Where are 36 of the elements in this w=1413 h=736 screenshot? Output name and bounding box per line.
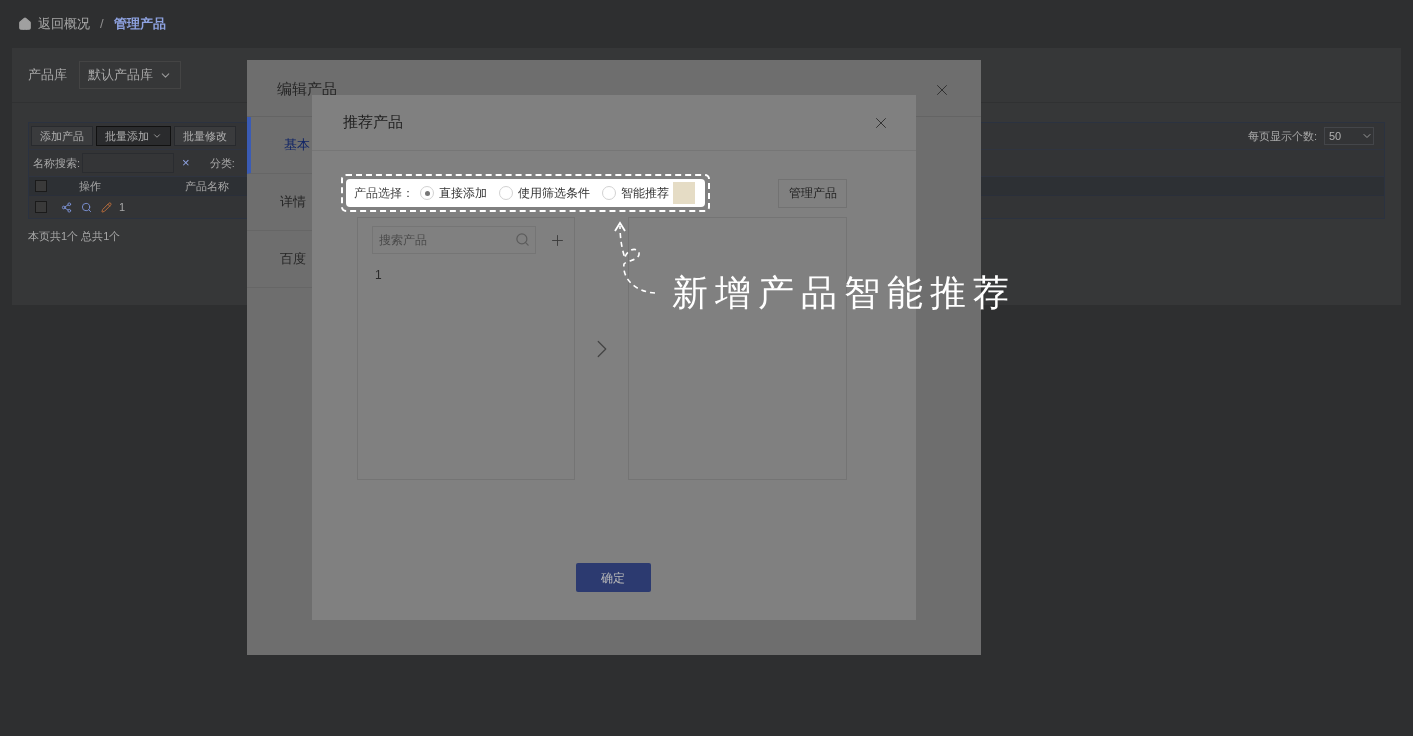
radio-option[interactable]: 智能推荐 xyxy=(602,184,669,202)
breadcrumb-separator: / xyxy=(100,15,104,34)
name-search-label: 名称搜索: xyxy=(33,155,81,171)
library-dropdown[interactable]: 默认产品库 xyxy=(79,61,181,89)
back-link[interactable]: 返回概况 xyxy=(38,14,90,34)
toolbar-button[interactable]: 批量修改 xyxy=(174,126,236,146)
manage-products-button[interactable]: 管理产品 xyxy=(778,178,847,208)
summary-text: 本页共1个 总共1个 xyxy=(28,229,121,244)
home-icon xyxy=(18,17,32,31)
page-size-label: 每页显示个数: xyxy=(1247,128,1317,144)
share-icon[interactable] xyxy=(61,201,72,213)
column-header: 产品名称 xyxy=(184,178,230,194)
column-header: 操作 xyxy=(78,178,102,194)
page-size-select[interactable]: 50 xyxy=(1324,127,1374,145)
radio-option[interactable]: 使用筛选条件 xyxy=(499,184,590,202)
library-label: 产品库 xyxy=(28,66,67,85)
confirm-button[interactable]: 确定 xyxy=(575,563,651,592)
pencil-icon[interactable] xyxy=(101,201,112,213)
toolbar-button[interactable]: 批量添加 xyxy=(96,126,171,146)
product-item[interactable]: 1 xyxy=(375,266,574,284)
category-label: 分类: xyxy=(209,155,235,171)
caret-icon xyxy=(152,131,162,141)
radio-option[interactable]: 直接添加 xyxy=(420,184,487,202)
breadcrumb-current[interactable]: 管理产品 xyxy=(113,14,166,34)
dialog-title: 编辑产品 xyxy=(277,81,337,96)
toolbar-button[interactable]: 添加产品 xyxy=(31,126,93,146)
annotation-text: 新增产品智能推荐 xyxy=(672,271,1016,315)
checkbox[interactable] xyxy=(35,180,47,192)
table-cell-text: 1 xyxy=(119,199,126,215)
search-icon[interactable] xyxy=(81,201,92,213)
search-icon[interactable] xyxy=(515,232,530,247)
dialog-title: 推荐产品 xyxy=(343,112,403,133)
selection-label: 产品选择： xyxy=(354,185,414,202)
checkbox[interactable] xyxy=(35,201,47,213)
thumbnail xyxy=(673,182,695,204)
clear-button[interactable]: × xyxy=(182,153,190,173)
